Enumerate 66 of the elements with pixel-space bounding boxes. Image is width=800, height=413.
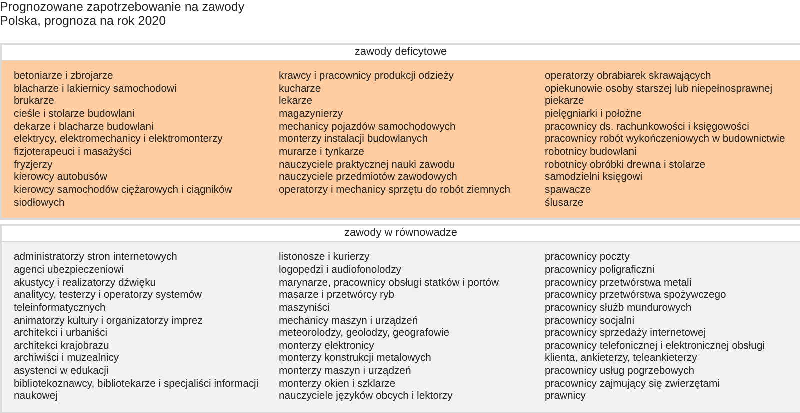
- occupation-item: robotnicy obróbki drewna i stolarze: [545, 160, 707, 172]
- occupation-item: pracownicy poligraficzni: [545, 264, 656, 278]
- occupation-item: archiwiści i muzealnicy: [14, 353, 120, 366]
- occupation-item: murarze i tynkarze: [279, 146, 366, 160]
- occupation-item: logopedzi i audiofonolodzy: [279, 264, 402, 278]
- occupation-item: krawcy i pracownicy produkcji odzieży: [279, 71, 455, 84]
- occupation-item: monterzy maszyn i urządzeń: [279, 366, 412, 379]
- occupation-item: animatorzy kultury i organizatorzy imprez: [14, 316, 204, 328]
- occupation-item: cieśle i stolarze budowlani: [14, 108, 136, 122]
- occupation-item: architekci i urbaniści: [14, 328, 109, 341]
- occupation-item: pracownicy przetwórstwa spożywczego: [545, 290, 728, 303]
- occupation-item: pracownicy socjalni: [545, 316, 636, 328]
- section-heading: zawody deficytowe: [354, 45, 448, 60]
- occupation-item: magazynierzy: [279, 108, 344, 122]
- occupation-item: bibliotekoznawcy, bibliotekarze i specjaliści informacji naukowej: [14, 378, 260, 404]
- occupation-item: fryzjerzy: [14, 160, 54, 172]
- occupation-item: listonosze i kurierzy: [279, 252, 371, 265]
- occupation-item: meteorolodzy, geolodzy, geografowie: [279, 328, 451, 341]
- occupation-item: agenci ubezpieczeniowi: [14, 264, 125, 278]
- occupation-item: pracownicy służb mundurowych: [545, 302, 693, 316]
- occupation-item: robotnicy budowlani: [545, 146, 638, 160]
- occupation-item: kierowcy autobusów: [14, 172, 109, 185]
- occupation-item: operatorzy obrabiarek skrawających: [545, 71, 712, 84]
- occupation-item: pracownicy poczty: [545, 252, 631, 265]
- occupation-item: pielęgniarki i położne: [545, 108, 644, 122]
- occupation-item: opiekunowie osoby starszej lub niepełnosprawnej: [545, 84, 774, 96]
- page-title: Prognozowane zapotrzebowanie na zawody: [0, 0, 245, 14]
- occupation-item: pracownicy usług pogrzebowych: [545, 366, 696, 379]
- occupation-item: asystenci w edukacji: [14, 366, 110, 379]
- occupation-item: fizjoterapeuci i masażyści: [14, 146, 133, 160]
- occupation-item: pracownicy sprzedaży internetowej: [545, 328, 708, 341]
- occupation-item: mechanicy pojazdów samochodowych: [279, 122, 457, 134]
- occupation-item: pracownicy przetwórstwa metali: [545, 278, 693, 290]
- occupation-item: spawacze: [545, 184, 592, 198]
- occupation-item: monterzy instalacji budowlanych: [279, 134, 430, 147]
- occupation-item: nauczyciele języków obcych i lektorzy: [279, 391, 454, 404]
- occupation-item: blacharze i lakiernicy samochodowi: [14, 84, 178, 96]
- occupation-item: mechanicy maszyn i urządzeń: [279, 316, 420, 328]
- occupation-item: kucharze: [279, 84, 322, 96]
- occupation-item: prawnicy: [545, 391, 587, 404]
- occupation-item: pracownicy zajmujący się zwierzętami: [545, 378, 721, 392]
- occupation-item: administratorzy stron internetowych: [14, 252, 178, 265]
- section-heading: zawody w równowadze: [344, 226, 458, 242]
- occupation-item: nauczyciele przedmiotów zawodowych: [279, 172, 458, 185]
- occupation-item: piekarze: [545, 96, 586, 109]
- occupation-item: monterzy elektronicy: [279, 340, 376, 354]
- occupation-item: samodzielni księgowi: [545, 172, 644, 185]
- occupation-item: masarze i przetwórcy ryb: [279, 290, 396, 303]
- occupation-item: marynarze, pracownicy obsługi statków i portów: [279, 278, 500, 290]
- occupation-item: brukarze: [14, 96, 56, 109]
- occupation-item: monterzy konstrukcji metalowych: [279, 353, 432, 366]
- page-subtitle: Polska, prognoza na rok 2020: [0, 14, 166, 28]
- occupation-item: ślusarze: [545, 198, 585, 210]
- occupation-item: elektrycy, elektromechanicy i elektromonterzy: [14, 134, 224, 147]
- occupation-item: nauczyciele praktycznej nauki zawodu: [279, 160, 456, 172]
- occupation-item: pracownicy ds. rachunkowości i księgowości: [545, 122, 750, 134]
- occupation-item: dekarze i blacharze budowlani: [14, 122, 155, 134]
- occupation-item: kierowcy samochodów ciężarowych i ciągników siodłowych: [14, 184, 234, 210]
- occupation-item: lekarze: [279, 96, 314, 109]
- occupation-item: maszyniści: [279, 302, 331, 316]
- occupation-item: monterzy okien i szklarze: [279, 378, 397, 391]
- occupation-item: operatorzy i mechanicy sprzętu do robót ziemnych: [279, 184, 512, 198]
- occupation-item: akustycy i realizatorzy dźwięku: [14, 278, 158, 290]
- occupation-item: betoniarze i zbrojarze: [14, 71, 114, 84]
- occupation-item: pracownicy robót wykończeniowych w budownictwie: [545, 134, 786, 147]
- occupation-item: architekci krajobrazu: [14, 340, 110, 353]
